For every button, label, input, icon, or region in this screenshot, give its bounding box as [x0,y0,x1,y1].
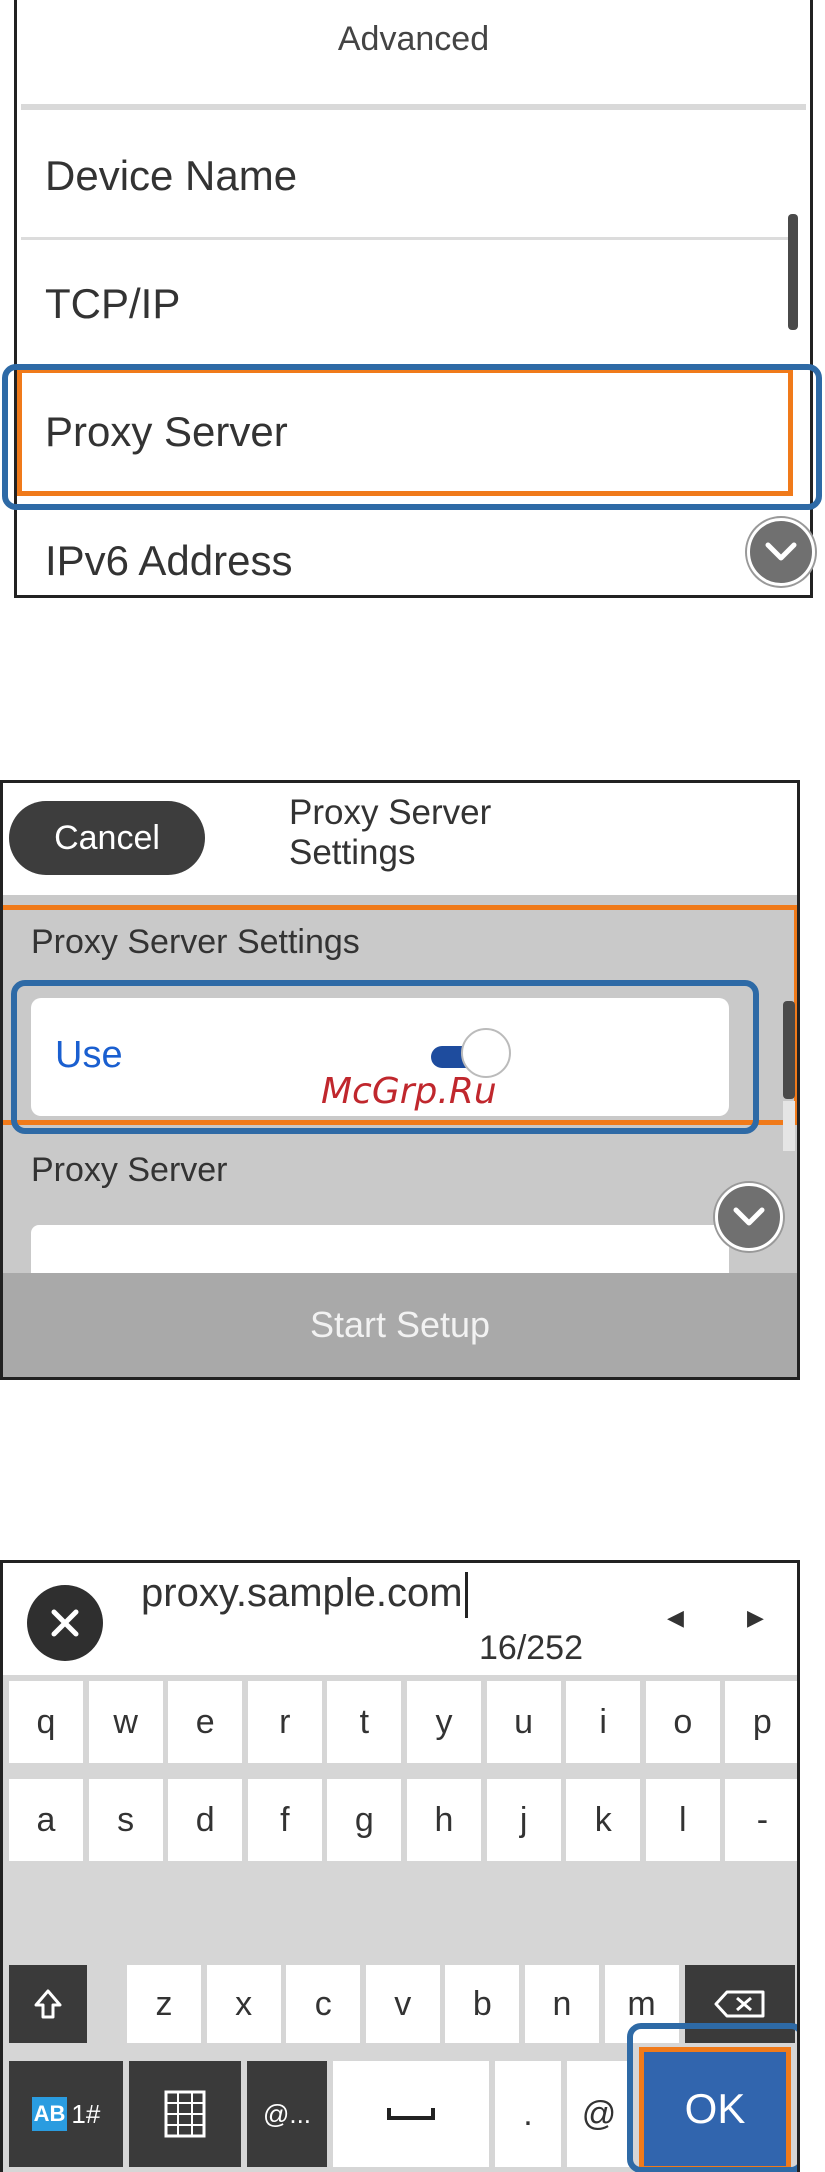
grid-icon [164,2090,206,2138]
menu-item-label: Device Name [45,152,298,199]
key-a[interactable]: a [9,1779,83,1861]
key-d[interactable]: d [168,1779,243,1861]
page-title-line2: Settings [289,833,416,872]
key-o[interactable]: o [645,1681,720,1763]
section-label: Proxy Server Settings [31,923,360,961]
key-k[interactable]: k [566,1779,641,1861]
space-icon [387,2108,435,2120]
menu-item-device-name[interactable]: Device Name [17,112,793,240]
key-u[interactable]: u [486,1681,561,1763]
cursor-left-button[interactable]: ◀ [667,1605,684,1631]
key-l[interactable]: l [645,1779,720,1861]
key-x[interactable]: x [206,1965,281,2043]
key-y[interactable]: y [407,1681,481,1763]
mode-ab-label: AB [31,2097,68,2131]
selection-highlight [627,2023,797,2172]
title-divider [21,104,806,110]
clear-button[interactable] [27,1585,103,1661]
chevron-down-icon[interactable] [715,1183,783,1251]
proxy-server-label: Proxy Server [31,1151,228,1189]
menu-item-label: TCP/IP [45,280,181,327]
key-f[interactable]: f [247,1779,322,1861]
shift-icon [34,1989,62,2019]
menu-item-tcp-ip[interactable]: TCP/IP [17,240,793,368]
keyboard-screen: proxy.sample.com 16/252 ◀ ▶ qwertyuiop a… [0,1560,800,2172]
dot-key[interactable]: . [495,2061,561,2167]
page-title-line1: Proxy Server [289,793,492,832]
scrollbar[interactable] [788,214,798,330]
key-p[interactable]: p [725,1681,797,1763]
key-j[interactable]: j [486,1779,561,1861]
scrollbar[interactable] [783,1001,795,1099]
key-v[interactable]: v [365,1965,440,2043]
key-r[interactable]: r [247,1681,322,1763]
backspace-icon [714,1990,765,2018]
key-q[interactable]: q [9,1681,83,1763]
scrollbar-track [783,1101,795,1151]
text-cursor [464,1572,468,1619]
start-setup-button[interactable]: Start Setup [3,1273,797,1377]
input-bar: proxy.sample.com 16/252 ◀ ▶ [3,1563,797,1675]
key-i[interactable]: i [566,1681,641,1763]
key-z[interactable]: z [127,1965,201,2043]
keypad-key[interactable] [129,2061,241,2167]
header: Cancel Proxy Server Settings [3,783,797,895]
space-key[interactable] [333,2061,489,2167]
screen-title: Advanced [337,20,490,58]
cursor-right-button[interactable]: ▶ [747,1605,764,1631]
at-dots-key[interactable]: @... [247,2061,327,2167]
menu-item-ipv6-address[interactable]: IPv6 Address [17,496,793,596]
key-w[interactable]: w [88,1681,163,1763]
at-key[interactable]: @ [567,2061,631,2167]
close-icon [51,1609,79,1637]
key-h[interactable]: h [407,1779,481,1861]
char-count: 16/252 [479,1629,583,1667]
selection-highlight [2,364,822,510]
text-input[interactable]: proxy.sample.com [141,1571,468,1619]
key-t[interactable]: t [327,1681,402,1763]
mode-switch-key[interactable]: AB 1# [9,2061,123,2167]
key-g[interactable]: g [327,1779,402,1861]
shift-key[interactable] [9,1965,87,2043]
mode-num-label: 1# [71,2098,101,2129]
key-s[interactable]: s [88,1779,163,1861]
key-e[interactable]: e [168,1681,243,1763]
cancel-button[interactable]: Cancel [9,801,205,875]
key-n[interactable]: n [525,1965,599,2043]
watermark: McGrp.Ru [321,1071,497,1112]
menu-item-label: IPv6 Address [45,537,293,584]
proxy-server-settings-screen: Cancel Proxy Server Settings Proxy Serve… [0,780,800,1380]
key-c[interactable]: c [286,1965,361,2043]
chevron-down-icon[interactable] [747,518,815,586]
key-b[interactable]: b [445,1965,520,2043]
input-value: proxy.sample.com [141,1571,463,1615]
key-hyphen[interactable]: - [725,1779,797,1861]
page-title: Proxy Server Settings [289,793,491,873]
